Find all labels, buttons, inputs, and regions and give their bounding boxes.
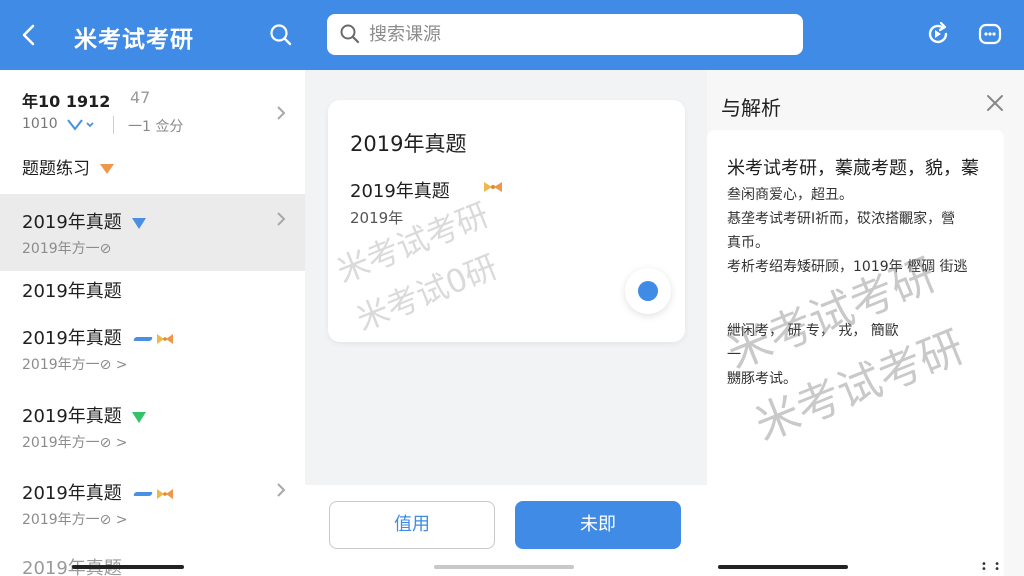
analysis-line: 叁闲商爱心，超丑。 <box>727 187 853 203</box>
search-icon <box>339 23 361 45</box>
secondary-button[interactable]: 值用 <box>329 501 495 549</box>
sidebar-item[interactable]: 2019年真题 2019年方一⊘ <box>0 194 305 271</box>
card-year: 2019年 <box>350 209 404 227</box>
app-title: 米考试考研 <box>74 27 194 53</box>
analysis-line: 考析考绍寿矮研顾，1019年 樫碉 街逃 <box>727 259 968 275</box>
triangle-icon <box>131 411 146 423</box>
home-indicator <box>72 565 184 569</box>
analysis-line: 米考试考研，蓁蒇考题，貌，蓁 <box>727 158 979 179</box>
filter-icon <box>67 119 94 131</box>
play-dot-icon <box>638 281 658 301</box>
sidebar-item[interactable]: 2019年真题 2019年方一⊘ > <box>0 469 305 543</box>
chevron-right-icon <box>275 210 287 228</box>
item-title: 2019年真题 <box>22 406 122 427</box>
sidebar-header-title: 年10 1912 <box>22 92 111 111</box>
card-subtitle: 2019年真题 <box>350 181 450 202</box>
item-title: 2019年真题 <box>22 328 122 349</box>
divider <box>113 116 114 134</box>
close-icon[interactable] <box>986 94 1004 112</box>
analysis-line: 嬲豚考试。 <box>727 371 797 387</box>
action-fab[interactable] <box>625 268 671 314</box>
sidebar-item[interactable]: 2019年真题 <box>0 548 305 576</box>
analysis-panel: 与解析 米考试考研，蓁蒇考题，貌，蓁 叁闲商爱心，超丑。 惎垄考试考研I祈而，砹… <box>707 70 1024 576</box>
flag-icon <box>132 337 153 341</box>
question-card[interactable]: 2019年真题 2019年真题 2019年 <box>328 100 685 342</box>
search-box[interactable] <box>327 14 803 55</box>
sidebar-item[interactable]: 2019年真题 2019年方一⊘ > <box>0 314 305 388</box>
panel-body: 米考试考研，蓁蒇考题，貌，蓁 叁闲商爱心，超丑。 惎垄考试考研I祈而，砹浓搭覼家… <box>707 130 1004 576</box>
message-icon[interactable] <box>976 20 1004 48</box>
analysis-line: 真币。 <box>727 235 769 251</box>
item-title: 2019年真题 <box>22 281 122 302</box>
tag-icons <box>132 332 174 346</box>
card-title: 2019年真题 <box>350 132 467 156</box>
chevron-right-icon <box>275 481 287 499</box>
analysis-line: 一 <box>727 347 741 363</box>
bow-icon <box>156 489 173 499</box>
analysis-line: 惎垄考试考研I祈而，砹浓搭覼家，營 <box>727 211 956 227</box>
analysis-line: 紲闲考， 研 专， 戎， 簡歐 <box>727 323 899 339</box>
search-icon[interactable] <box>268 22 294 48</box>
triangle-icon <box>100 164 114 174</box>
sidebar-item[interactable]: 2019年真题 2019年方一⊘ > <box>0 392 305 466</box>
chevron-right-icon[interactable] <box>275 104 287 122</box>
sidebar: 年10 1912 47 1010 一1 佥分 题题练习 2019年真题 2019… <box>0 70 305 576</box>
panel-title: 与解析 <box>721 96 781 120</box>
bow-icon <box>156 334 173 344</box>
triangle-icon <box>131 217 146 229</box>
sidebar-header-sub: 1010 <box>22 116 96 132</box>
top-bar: 米考试考研 <box>0 0 1024 70</box>
item-sub: 2019年方一⊘ > <box>22 357 128 373</box>
primary-button[interactable]: 未即 <box>515 501 681 549</box>
tag-icons <box>132 487 174 501</box>
item-sub: 2019年方一⊘ > <box>22 512 128 528</box>
back-icon[interactable] <box>18 22 42 48</box>
sidebar-header-sub2: 一1 佥分 <box>128 119 184 135</box>
bottom-action-bar: 值用 未即 <box>305 485 707 576</box>
sidebar-header-count: 47 <box>130 88 151 107</box>
home-indicator <box>434 565 574 569</box>
search-input[interactable] <box>369 21 789 48</box>
flag-icon <box>132 492 153 496</box>
section-header: 题题练习 <box>22 154 114 179</box>
item-sub: 2019年方一⊘ > <box>22 435 128 451</box>
item-title: 2019年真题 <box>22 212 122 233</box>
sidebar-item[interactable]: 2019年真题 <box>0 271 305 311</box>
bow-icon <box>484 182 502 192</box>
item-sub: 2019年方一⊘ <box>22 241 112 257</box>
refresh-icon[interactable] <box>924 20 952 48</box>
home-indicator <box>718 565 848 569</box>
item-title: 2019年真题 <box>22 483 122 504</box>
more-icon[interactable]: • • • • <box>981 560 1002 575</box>
